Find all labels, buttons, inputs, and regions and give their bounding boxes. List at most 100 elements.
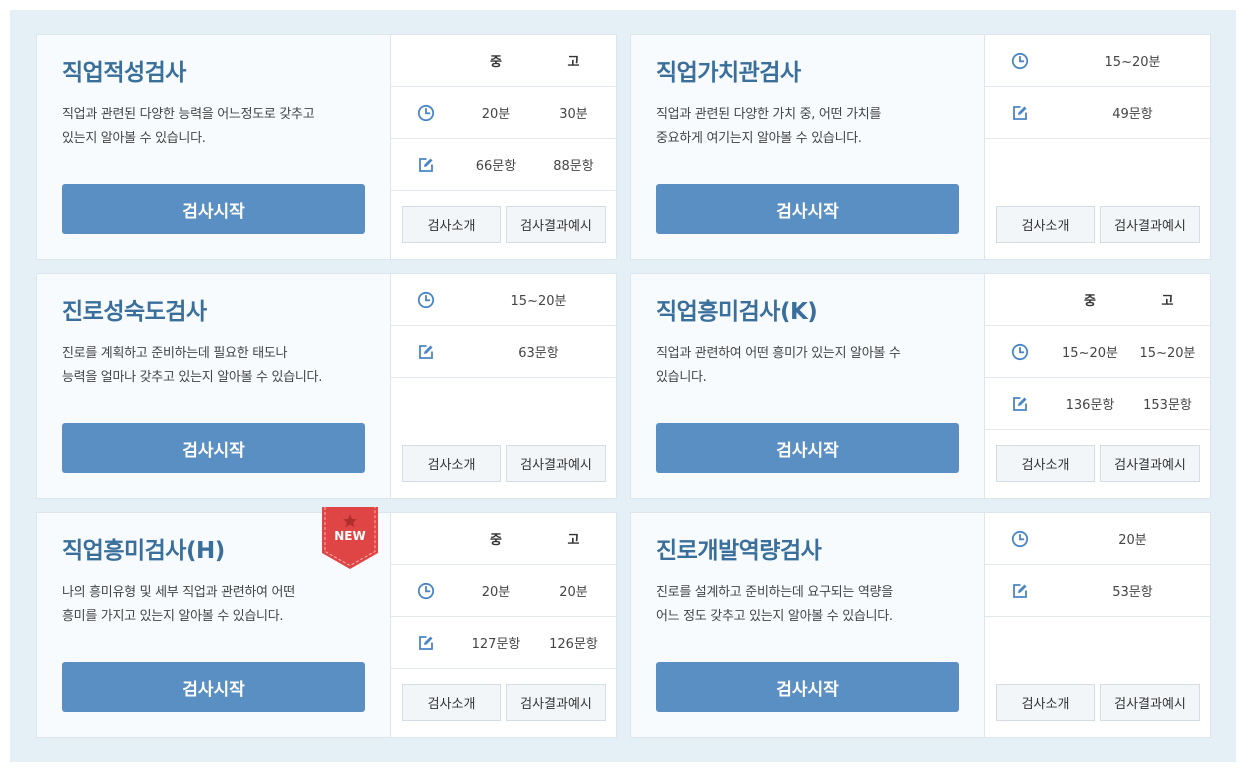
items-row: 136문항 153문항 — [985, 378, 1210, 430]
items-middle: 136문항 — [1065, 398, 1115, 413]
card-info: 직업흥미검사(K) 직업과 관련하여 어떤 흥미가 있는지 알아볼 수 있습니다… — [631, 274, 985, 498]
new-badge: NEW — [318, 501, 378, 571]
items-value: 63문항 — [518, 346, 559, 361]
result-example-button[interactable]: 검사결과예시 — [506, 206, 606, 243]
high-school-label: 고 — [567, 55, 580, 70]
time-row: 20분 20분 — [391, 565, 616, 617]
items-high: 126문항 — [549, 637, 598, 652]
items-high: 153문항 — [1143, 398, 1192, 413]
time-row: 15~20분 15~20분 — [985, 326, 1210, 378]
card-title: 직업가치관검사 — [656, 60, 801, 86]
high-school-label: 고 — [567, 533, 580, 548]
result-example-button[interactable]: 검사결과예시 — [1100, 684, 1200, 721]
card-actions: 검사소개 검사결과예시 — [996, 206, 1200, 243]
items-row: 66문항 88문항 — [391, 139, 616, 191]
edit-icon — [985, 104, 1055, 122]
card-details: 중 고 20분 30분 66문항 88문항 검사소개 검사결과예시 — [391, 35, 616, 259]
card-competency: 진로개발역량검사 진로를 설계하고 준비하는데 요구되는 역량을 어느 정도 갖… — [630, 512, 1211, 738]
time-high: 20분 — [559, 585, 588, 600]
card-details: 15~20분 49문항 검사소개 검사결과예시 — [985, 35, 1210, 259]
start-test-button[interactable]: 검사시작 — [62, 423, 365, 473]
edit-icon — [985, 582, 1055, 600]
card-title: 직업흥미검사(H) — [62, 538, 225, 564]
card-description: 직업과 관련된 다양한 가치 중, 어떤 가치를 중요하게 여기는지 알아볼 수… — [656, 107, 882, 146]
items-middle: 66문항 — [475, 159, 517, 174]
card-description: 진로를 계획하고 준비하는데 필요한 태도나 능력을 얼마나 갖추고 있는지 알… — [62, 346, 323, 385]
card-actions: 검사소개 검사결과예시 — [996, 684, 1200, 721]
result-example-button[interactable]: 검사결과예시 — [506, 445, 606, 482]
card-values: 직업가치관검사 직업과 관련된 다양한 가치 중, 어떤 가치를 중요하게 여기… — [630, 34, 1211, 260]
clock-icon — [985, 343, 1055, 361]
result-example-button[interactable]: 검사결과예시 — [506, 684, 606, 721]
card-info: 진로개발역량검사 진로를 설계하고 준비하는데 요구되는 역량을 어느 정도 갖… — [631, 513, 985, 737]
items-row: 127문항 126문항 — [391, 617, 616, 669]
time-middle: 15~20분 — [1062, 346, 1118, 361]
items-row: 49문항 — [985, 87, 1210, 139]
card-info: 진로성숙도검사 진로를 계획하고 준비하는데 필요한 태도나 능력을 얼마나 갖… — [37, 274, 391, 498]
start-test-button[interactable]: 검사시작 — [656, 423, 959, 473]
start-test-button[interactable]: 검사시작 — [62, 184, 365, 234]
test-intro-button[interactable]: 검사소개 — [402, 206, 501, 243]
middle-school-label: 중 — [490, 533, 502, 548]
card-aptitude: 직업적성검사 직업과 관련된 다양한 능력을 어느정도로 갖추고 있는지 알아볼… — [36, 34, 617, 260]
start-test-button[interactable]: 검사시작 — [62, 662, 365, 712]
clock-icon — [391, 582, 461, 600]
test-intro-button[interactable]: 검사소개 — [996, 206, 1095, 243]
time-row: 15~20분 — [391, 274, 616, 326]
start-test-button[interactable]: 검사시작 — [656, 662, 959, 712]
page-background: 직업적성검사 직업과 관련된 다양한 능력을 어느정도로 갖추고 있는지 알아볼… — [10, 10, 1236, 762]
card-interest-h: 직업흥미검사(H) 나의 흥미유형 및 세부 직업과 관련하여 어떤 흥미를 가… — [36, 501, 617, 738]
start-test-button[interactable]: 검사시작 — [656, 184, 959, 234]
card-interest-k: 직업흥미검사(K) 직업과 관련하여 어떤 흥미가 있는지 알아볼 수 있습니다… — [630, 273, 1211, 499]
edit-icon — [391, 634, 461, 652]
test-intro-button[interactable]: 검사소개 — [996, 445, 1095, 482]
time-value: 20분 — [1118, 533, 1147, 548]
clock-icon — [985, 52, 1055, 70]
result-example-button[interactable]: 검사결과예시 — [1100, 445, 1200, 482]
test-intro-button[interactable]: 검사소개 — [402, 684, 501, 721]
badge-label: NEW — [334, 529, 366, 543]
grade-header-row: 중 고 — [391, 35, 616, 87]
card-info: 직업적성검사 직업과 관련된 다양한 능력을 어느정도로 갖추고 있는지 알아볼… — [37, 35, 391, 259]
time-value: 15~20분 — [510, 294, 567, 309]
card-description: 직업과 관련하여 어떤 흥미가 있는지 알아볼 수 있습니다. — [656, 346, 901, 385]
middle-school-label: 중 — [1084, 294, 1096, 309]
time-high: 30분 — [559, 107, 588, 122]
time-value: 15~20분 — [1104, 55, 1161, 70]
clock-icon — [391, 104, 461, 122]
card-description: 진로를 설계하고 준비하는데 요구되는 역량을 어느 정도 갖추고 있는지 알아… — [656, 585, 893, 624]
test-card-grid: 직업적성검사 직업과 관련된 다양한 능력을 어느정도로 갖추고 있는지 알아볼… — [36, 34, 1211, 738]
middle-school-label: 중 — [490, 55, 502, 70]
items-high: 88문항 — [553, 159, 594, 174]
card-actions: 검사소개 검사결과예시 — [402, 684, 606, 721]
items-row: 53문항 — [985, 565, 1210, 617]
items-value: 49문항 — [1112, 107, 1153, 122]
card-details: 15~20분 63문항 검사소개 검사결과예시 — [391, 274, 616, 498]
card-maturity: 진로성숙도검사 진로를 계획하고 준비하는데 필요한 태도나 능력을 얼마나 갖… — [36, 273, 617, 499]
card-details: 중 고 20분 20분 127문항 126문항 검사소개 검사결과예시 — [391, 513, 616, 737]
card-details: 20분 53문항 검사소개 검사결과예시 — [985, 513, 1210, 737]
grade-header-row: 중 고 — [391, 513, 616, 565]
time-row: 20분 — [985, 513, 1210, 565]
items-value: 53문항 — [1112, 585, 1153, 600]
card-info: 직업흥미검사(H) 나의 흥미유형 및 세부 직업과 관련하여 어떤 흥미를 가… — [37, 501, 391, 737]
card-title: 진로성숙도검사 — [62, 299, 207, 325]
edit-icon — [391, 156, 461, 174]
card-actions: 검사소개 검사결과예시 — [996, 445, 1200, 482]
time-middle: 20분 — [481, 585, 511, 600]
card-description: 직업과 관련된 다양한 능력을 어느정도로 갖추고 있는지 알아볼 수 있습니다… — [62, 107, 315, 146]
test-intro-button[interactable]: 검사소개 — [996, 684, 1095, 721]
items-middle: 127문항 — [471, 637, 521, 652]
card-description: 나의 흥미유형 및 세부 직업과 관련하여 어떤 흥미를 가지고 있는지 알아볼… — [62, 585, 295, 624]
test-intro-button[interactable]: 검사소개 — [402, 445, 501, 482]
items-row: 63문항 — [391, 326, 616, 378]
time-middle: 20분 — [481, 107, 511, 122]
edit-icon — [391, 343, 461, 361]
time-row: 15~20분 — [985, 35, 1210, 87]
card-title: 진로개발역량검사 — [656, 538, 822, 564]
result-example-button[interactable]: 검사결과예시 — [1100, 206, 1200, 243]
clock-icon — [391, 291, 461, 309]
card-actions: 검사소개 검사결과예시 — [402, 206, 606, 243]
edit-icon — [985, 395, 1055, 413]
card-title: 직업흥미검사(K) — [656, 299, 818, 325]
